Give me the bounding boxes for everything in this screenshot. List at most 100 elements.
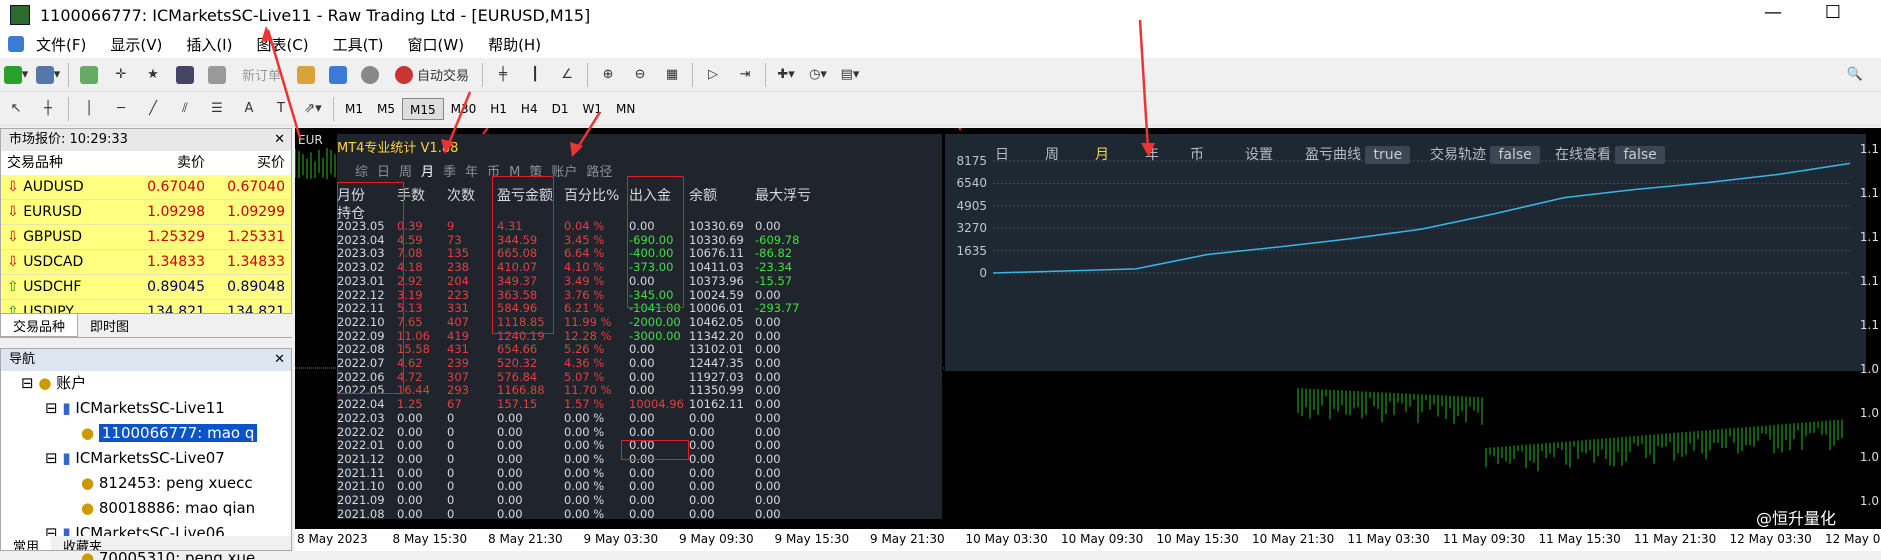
menu-file[interactable]: 文件(F) [24, 34, 98, 55]
horizontal-line-icon[interactable]: ─ [108, 96, 134, 122]
tf-m30[interactable]: M30 [444, 98, 484, 120]
tab-favorites[interactable]: 收藏夹 [51, 536, 114, 550]
text-icon[interactable]: A [236, 96, 262, 122]
chart-window[interactable]: EUR MT4专业统计 V1.88 综日周月季年币 M 策账户 路径 月份 手数 次数 盈亏… [295, 128, 1881, 551]
stats-menu-item[interactable]: 月 [421, 165, 434, 180]
tf-h4[interactable]: H4 [514, 98, 545, 120]
tile-windows-icon[interactable]: ▦ [659, 62, 685, 88]
stats-cell: 0.00 [755, 342, 781, 357]
stats-cell: 5.07 % [564, 369, 605, 384]
line-chart-icon[interactable]: ∠ [554, 62, 580, 88]
terminal-icon[interactable] [172, 62, 198, 88]
minimize-button[interactable]: — [1750, 2, 1796, 28]
stats-cell: 0.04 % [564, 219, 605, 233]
data-window-icon[interactable]: ✛ [108, 62, 134, 88]
maximize-button[interactable]: ☐ [1810, 2, 1856, 28]
crosshair-icon[interactable]: ┼ [35, 96, 61, 122]
menu-tools[interactable]: 工具(T) [321, 34, 396, 55]
market-row[interactable]: ⇩ USDCAD 1.34833 1.34833 [1, 250, 291, 275]
auto-trading-button[interactable]: 自动交易 [389, 62, 475, 88]
bar-chart-icon[interactable]: ╪ [490, 62, 516, 88]
stats-cell: 10676.11 [689, 246, 744, 261]
tree-server-live11[interactable]: ⊟ ▮ ICMarketsSC-Live11 [1, 396, 291, 421]
stats-menu-item[interactable]: 周 [399, 165, 412, 180]
stats-menu-item[interactable]: 综 [355, 165, 368, 180]
trendline-icon[interactable]: ╱ [140, 96, 166, 122]
signals-icon[interactable] [325, 62, 351, 88]
stats-menu-item[interactable]: 账户 [551, 165, 577, 180]
stats-cell: 0.00 [689, 451, 715, 466]
tab-symbols[interactable]: 交易品种 [0, 314, 79, 337]
tf-h1[interactable]: H1 [483, 98, 514, 120]
tree-accounts[interactable]: ⊟ ● 账户 [1, 371, 291, 396]
stats-menu-item[interactable]: 日 [377, 165, 390, 180]
tree-account-1100066777[interactable]: ● 1100066777: mao q [1, 421, 291, 446]
equity-curve-chart [992, 160, 1851, 274]
highlight-box-initial-deposit [621, 440, 689, 460]
stats-cell: -3000.00 [629, 328, 681, 343]
market-row[interactable]: ⇩ AUDUSD 0.67040 0.67040 [1, 175, 291, 200]
tf-m5[interactable]: M5 [370, 98, 402, 120]
stats-column-header: 百分比% [564, 188, 620, 204]
zoom-out-icon[interactable]: ⊖ [627, 62, 653, 88]
close-icon[interactable]: ✕ [274, 129, 285, 151]
autoscroll-icon[interactable]: ▷ [700, 62, 726, 88]
tree-account-812453[interactable]: ● 812453: peng xuecc [1, 471, 291, 496]
tf-m1[interactable]: M1 [338, 98, 370, 120]
stats-menu-item[interactable]: 季 [443, 165, 456, 180]
new-chart-icon[interactable]: ▾ [3, 62, 29, 88]
menu-insert[interactable]: 插入(I) [174, 34, 244, 55]
tree-account-80018886[interactable]: ● 80018886: mao qian [1, 496, 291, 521]
menu-view[interactable]: 显示(V) [98, 34, 174, 55]
menu-window[interactable]: 窗口(W) [396, 34, 477, 55]
zoom-in-icon[interactable]: ⊕ [595, 62, 621, 88]
metaeditor-icon[interactable] [293, 62, 319, 88]
strategy-tester-icon[interactable] [204, 62, 230, 88]
tf-d1[interactable]: D1 [545, 98, 576, 120]
title-bar: 1100066777: ICMarketsSC-Live11 - Raw Tra… [0, 0, 1881, 30]
vertical-line-icon[interactable]: │ [76, 96, 102, 122]
highlight-box-deposit [627, 176, 684, 308]
fibonacci-icon[interactable]: ☰ [204, 96, 230, 122]
periods-icon[interactable]: ◷▾ [805, 62, 831, 88]
templates-icon[interactable]: ▤▾ [837, 62, 863, 88]
market-watch-icon[interactable] [76, 62, 102, 88]
candlestick-icon[interactable]: ┃ [522, 62, 548, 88]
market-row[interactable]: ⇩ EURUSD 1.09298 1.09299 [1, 200, 291, 225]
stats-cell: 0.00 [497, 506, 523, 521]
arrows-icon[interactable]: ⇗▾ [300, 96, 326, 122]
channel-icon[interactable]: ⫽ [172, 96, 198, 122]
menu-help[interactable]: 帮助(H) [476, 34, 553, 55]
profiles-icon[interactable]: ▾ [35, 62, 61, 88]
stats-cell: 10006.01 [689, 301, 744, 316]
new-order-button[interactable]: 新订单 [236, 62, 287, 88]
tree-server-live07[interactable]: ⊟ ▮ ICMarketsSC-Live07 [1, 446, 291, 471]
market-row[interactable]: ⇧ USDCHF 0.89045 0.89048 [1, 275, 291, 300]
cursor-icon[interactable]: ↖ [3, 96, 29, 122]
time-tick: 9 May 15:30 [774, 532, 850, 546]
stats-cell: 2021.09 [337, 493, 385, 507]
menu-charts[interactable]: 图表(C) [244, 34, 320, 55]
close-icon[interactable]: ✕ [274, 349, 285, 371]
stats-cell: 4.36 % [564, 356, 605, 370]
search-icon[interactable]: 🔍 [1842, 62, 1868, 88]
tab-tick-chart[interactable]: 即时图 [78, 314, 141, 337]
tf-m15[interactable]: M15 [402, 97, 444, 120]
tf-w1[interactable]: W1 [575, 98, 609, 120]
indicators-icon[interactable]: ✚▾ [773, 62, 799, 88]
navigator-tabs: 常用 收藏夹 [1, 536, 291, 550]
text-label-icon[interactable]: T [268, 96, 294, 122]
time-tick: 12 May 03:30 [1729, 532, 1812, 546]
stats-menu-item[interactable]: 路径 [586, 165, 612, 180]
options-icon[interactable] [357, 62, 383, 88]
main-toolbar: ▾ ▾ ✛ ★ 新订单 自动交易 ╪ ┃ ∠ ⊕ ⊖ ▦ ▷ ⇥ ✚▾ ◷▾ ▤… [0, 58, 1881, 92]
price-tick: 1.0 [1859, 494, 1879, 508]
navigator-icon[interactable]: ★ [140, 62, 166, 88]
tf-mn[interactable]: MN [609, 98, 642, 120]
stats-menu-item[interactable]: 年 [465, 165, 478, 180]
market-row[interactable]: ⇩ GBPUSD 1.25329 1.25331 [1, 225, 291, 250]
tab-common[interactable]: 常用 [1, 536, 52, 550]
time-tick: 8 May 2023 [297, 532, 368, 546]
price-tick: 1.0 [1859, 406, 1879, 420]
chart-shift-icon[interactable]: ⇥ [732, 62, 758, 88]
